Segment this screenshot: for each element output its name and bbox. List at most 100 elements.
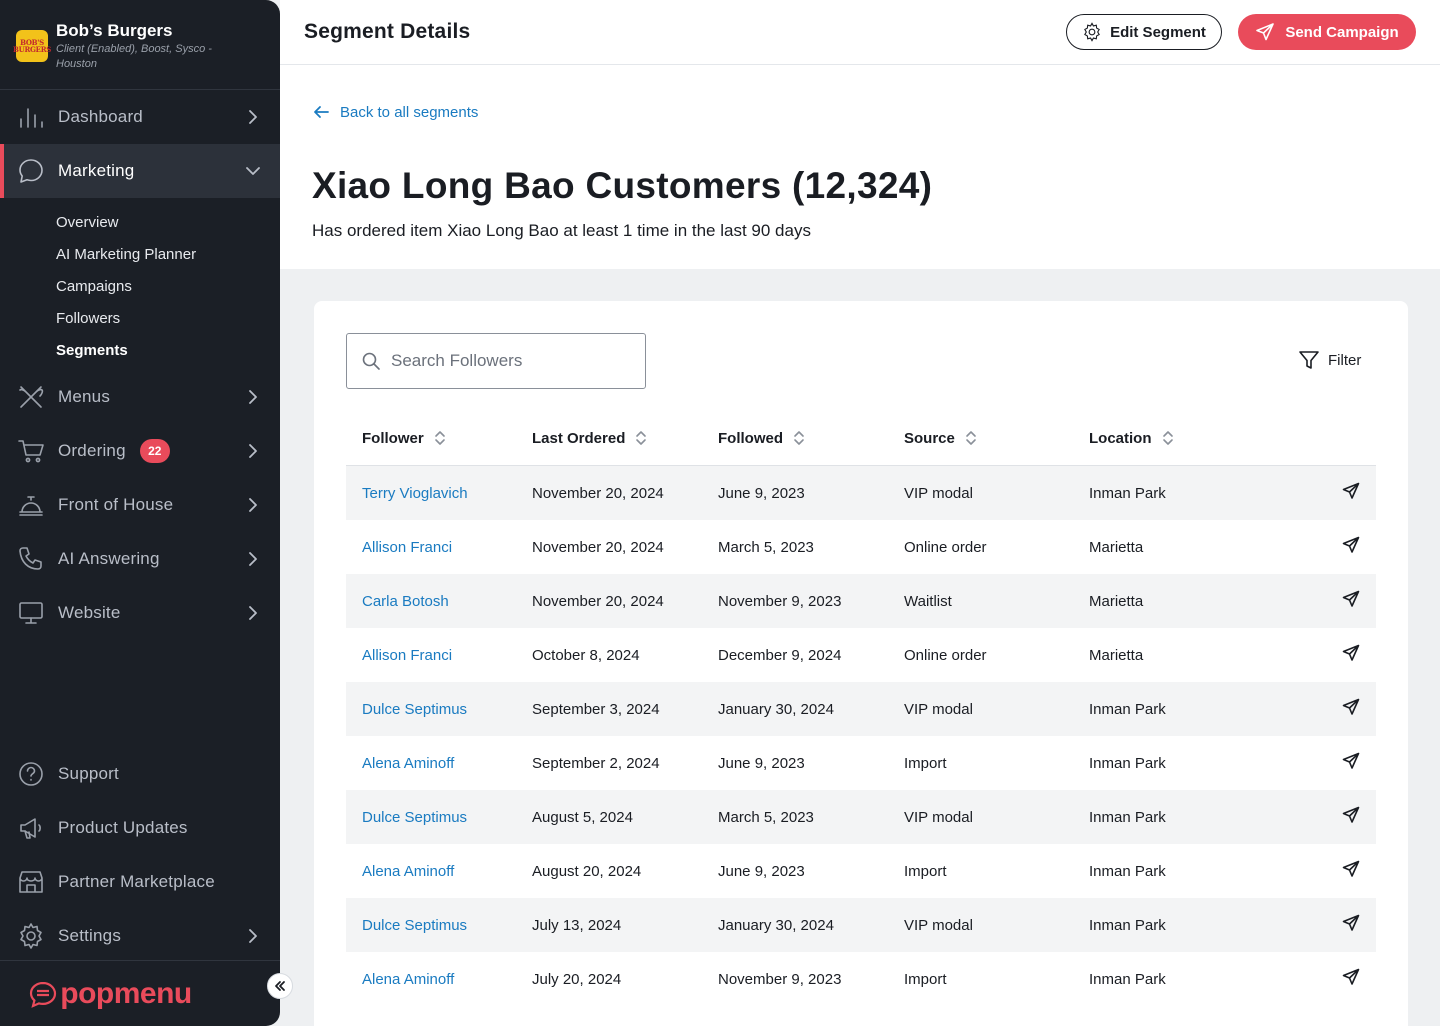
follower-name-link[interactable]: Alena Aminoff: [346, 971, 532, 988]
last-ordered-cell: November 20, 2024: [532, 538, 664, 556]
source-cell: VIP modal: [904, 916, 973, 934]
follower-name[interactable]: Allison Franci: [362, 539, 452, 556]
sidebar-subitem-overview[interactable]: Overview: [56, 206, 280, 238]
follower-name[interactable]: Alena Aminoff: [362, 755, 454, 772]
brand-header[interactable]: BOB'S BURGERS Bob’s Burgers Client (Enab…: [0, 0, 280, 90]
table-row: Carla Botosh November 20, 2024 November 9,…: [346, 574, 1376, 628]
follower-name[interactable]: Allison Franci: [362, 647, 452, 664]
segment-header: Back to all segments Xiao Long Bao Custo…: [280, 65, 1440, 269]
sidebar-item-settings[interactable]: Settings: [0, 909, 280, 963]
column-header-followed[interactable]: Followed: [718, 429, 904, 447]
send-message-icon[interactable]: [1342, 698, 1360, 720]
sidebar-subitem-campaigns[interactable]: Campaigns: [56, 270, 280, 302]
column-header-label: Last Ordered: [532, 429, 626, 447]
sidebar-item-label: Ordering: [58, 441, 126, 460]
sidebar-item-ordering[interactable]: Ordering 22: [0, 424, 280, 478]
sidebar-subitem-followers[interactable]: Followers: [56, 302, 280, 334]
send-message-icon[interactable]: [1342, 590, 1360, 612]
send-message-icon[interactable]: [1342, 860, 1360, 882]
sidebar-subitem-ai-marketing-planner[interactable]: AI Marketing Planner: [56, 238, 280, 270]
column-header-last-ordered[interactable]: Last Ordered: [532, 429, 718, 447]
follower-name-link[interactable]: Terry Vioglavich: [346, 485, 532, 502]
top-bar: Segment Details Edit Segment Send Campai…: [280, 0, 1440, 65]
sort-icon: [1162, 431, 1173, 445]
monitor-icon: [16, 598, 46, 628]
follower-name[interactable]: Dulce Septimus: [362, 809, 467, 826]
sidebar-item-support[interactable]: Support: [0, 747, 280, 801]
main-content: Segment Details Edit Segment Send Campai…: [280, 0, 1440, 1026]
column-header-location[interactable]: Location: [1089, 429, 1289, 447]
column-header-follower[interactable]: Follower: [346, 429, 532, 447]
send-campaign-button[interactable]: Send Campaign: [1238, 14, 1416, 50]
search-input[interactable]: [391, 351, 631, 371]
send-message-icon[interactable]: [1342, 536, 1360, 558]
follower-name[interactable]: Dulce Septimus: [362, 701, 467, 718]
follower-name-link[interactable]: Carla Botosh: [346, 593, 532, 610]
follower-name[interactable]: Carla Botosh: [362, 593, 449, 610]
table-row: Dulce Septimus July 13, 2024 January 30, 2…: [346, 898, 1376, 952]
filter-button[interactable]: Filter: [1298, 349, 1361, 371]
sidebar-item-partner-marketplace[interactable]: Partner Marketplace: [0, 855, 280, 909]
send-message-icon[interactable]: [1342, 644, 1360, 666]
last-ordered-cell: July 13, 2024: [532, 916, 622, 934]
sidebar-item-label: Support: [58, 764, 119, 783]
follower-name[interactable]: Alena Aminoff: [362, 863, 454, 880]
follower-name-link[interactable]: Dulce Septimus: [346, 809, 532, 826]
sidebar-item-product-updates[interactable]: Product Updates: [0, 801, 280, 855]
sidebar-subitem-segments[interactable]: Segments: [56, 334, 280, 366]
followers-card: Filter Follower Last Ordered Followed So…: [314, 301, 1408, 1026]
sidebar-item-ai-answering[interactable]: AI Answering: [0, 532, 280, 586]
follower-name[interactable]: Dulce Septimus: [362, 917, 467, 934]
follower-name-link[interactable]: Dulce Septimus: [346, 701, 532, 718]
restaurant-logo-text: BOB'S BURGERS: [13, 38, 51, 54]
followed-cell: June 9, 2023: [718, 754, 805, 772]
sidebar-item-menus[interactable]: Menus: [0, 370, 280, 424]
ordering-count-badge: 22: [139, 439, 170, 463]
edit-segment-button[interactable]: Edit Segment: [1066, 14, 1222, 50]
collapse-sidebar-button[interactable]: [267, 973, 293, 999]
column-header-source[interactable]: Source: [904, 429, 1089, 447]
column-header-label: Source: [904, 429, 955, 447]
send-message-icon[interactable]: [1342, 914, 1360, 936]
follower-name[interactable]: Alena Aminoff: [362, 971, 454, 988]
follower-name-link[interactable]: Alena Aminoff: [346, 863, 532, 880]
location-cell: Inman Park: [1089, 700, 1166, 718]
send-message-icon[interactable]: [1342, 806, 1360, 828]
followed-cell: March 5, 2023: [718, 538, 814, 556]
bar-chart-icon: [16, 102, 46, 132]
location-cell: Inman Park: [1089, 862, 1166, 880]
sidebar-item-marketing[interactable]: Marketing: [0, 144, 280, 198]
source-cell: Import: [904, 862, 947, 880]
send-message-icon[interactable]: [1342, 752, 1360, 774]
send-message-icon[interactable]: [1342, 968, 1360, 990]
column-header-label: Followed: [718, 429, 783, 447]
sidebar-item-website[interactable]: Website: [0, 586, 280, 640]
restaurant-subtitle: Client (Enabled), Boost, Sysco - Houston: [56, 43, 212, 70]
follower-name[interactable]: Terry Vioglavich: [362, 485, 468, 502]
followed-cell: November 9, 2023: [718, 970, 842, 988]
followed-cell: January 30, 2024: [718, 916, 834, 934]
sidebar-item-label: Front of House: [58, 495, 174, 514]
sort-icon: [434, 431, 445, 445]
megaphone-icon: [16, 813, 46, 843]
main-nav: Dashboard Marketing Overview AI Marketin…: [0, 90, 280, 640]
secondary-nav: Support Product Updates Partner Marketpl…: [0, 747, 280, 963]
last-ordered-cell: November 20, 2024: [532, 484, 664, 502]
table-row: Dulce Septimus August 5, 2024 March 5, 202…: [346, 790, 1376, 844]
sidebar-item-front-of-house[interactable]: Front of House: [0, 478, 280, 532]
table-row: Dulce Septimus September 3, 2024 January 3…: [346, 682, 1376, 736]
chevron-right-icon: [246, 551, 260, 567]
send-campaign-label: Send Campaign: [1285, 23, 1399, 41]
follower-name-link[interactable]: Dulce Septimus: [346, 917, 532, 934]
back-to-segments-link[interactable]: Back to all segments: [312, 103, 478, 121]
search-box[interactable]: [346, 333, 646, 389]
follower-name-link[interactable]: Allison Franci: [346, 647, 532, 664]
sidebar-item-dashboard[interactable]: Dashboard: [0, 90, 280, 144]
follower-name-link[interactable]: Alena Aminoff: [346, 755, 532, 772]
follower-name-link[interactable]: Allison Franci: [346, 539, 532, 556]
last-ordered-cell: August 20, 2024: [532, 862, 642, 880]
source-cell: Online order: [904, 646, 987, 664]
source-cell: VIP modal: [904, 484, 973, 502]
send-message-icon[interactable]: [1342, 482, 1360, 504]
segment-description: Has ordered item Xiao Long Bao at least …: [312, 221, 811, 240]
